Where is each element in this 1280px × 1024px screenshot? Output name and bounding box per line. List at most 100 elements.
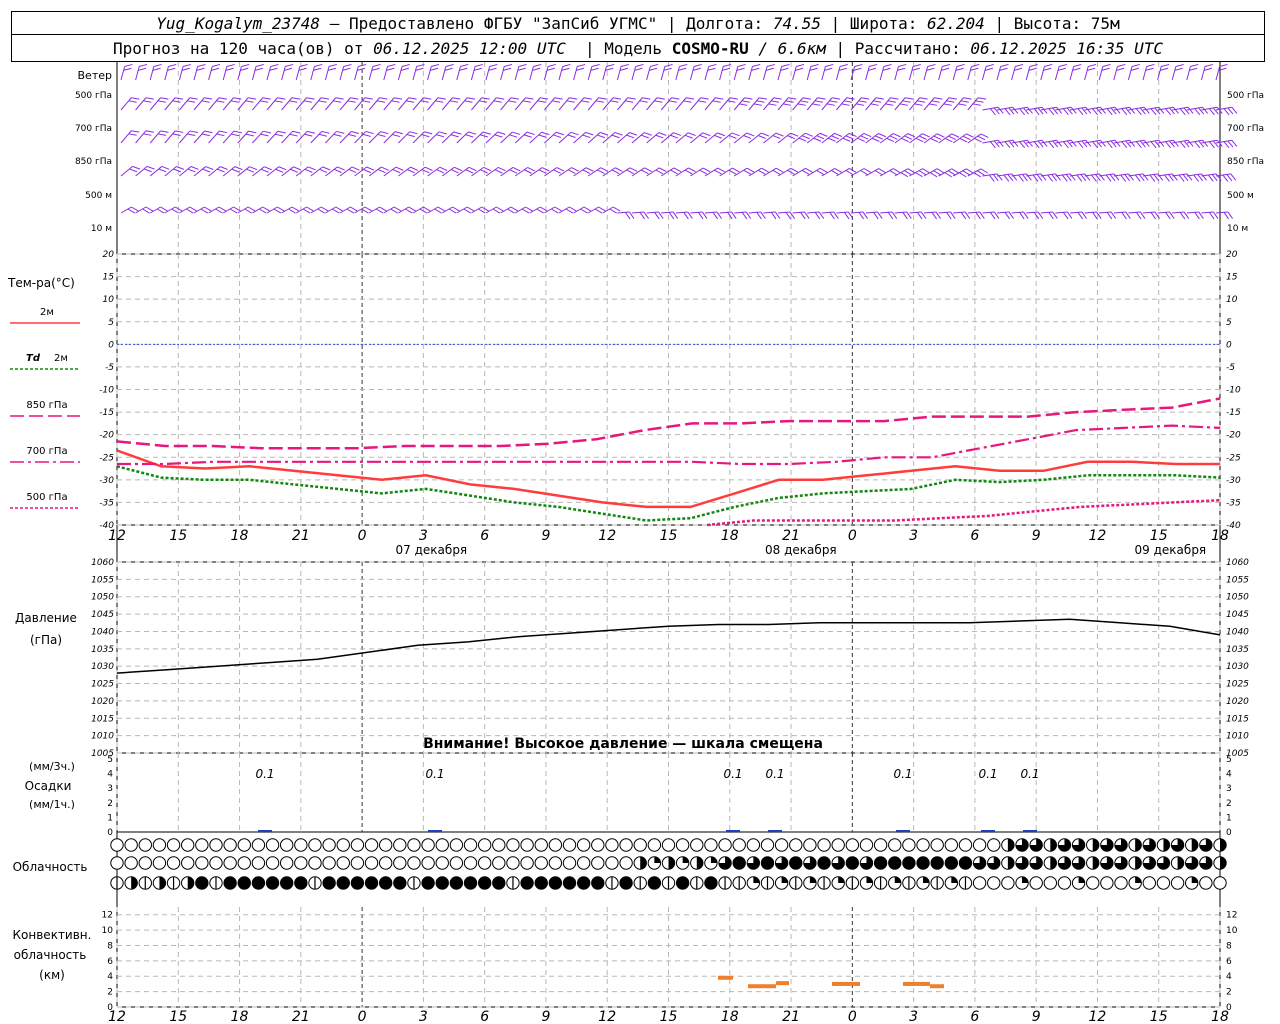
wind-barb — [237, 206, 256, 214]
wind-barb — [120, 130, 140, 144]
wind-barb — [690, 132, 711, 144]
cloud-symbol — [704, 876, 718, 890]
cloud-symbol — [237, 876, 251, 890]
barb-tick — [1105, 174, 1112, 182]
cloud-fill — [696, 856, 703, 870]
barb-staff — [295, 97, 307, 111]
precip-value-label: 0.1 — [978, 767, 997, 781]
wind-barb — [909, 97, 928, 111]
wind-barb — [967, 97, 987, 111]
barb-staff — [690, 211, 703, 214]
cloud-circle — [251, 838, 266, 852]
barb-staff — [617, 167, 631, 177]
time-tick-label: 15 — [169, 1009, 187, 1024]
cloud-fill — [951, 876, 958, 883]
wind-level-label: 500 м — [1227, 191, 1254, 201]
barb-staff — [456, 97, 468, 111]
cloud-symbol — [1001, 838, 1015, 852]
barb-staff — [1026, 211, 1039, 214]
wind-barb — [880, 211, 898, 220]
barb-tick — [1084, 173, 1091, 181]
cloud-fill — [733, 856, 746, 870]
y-tick-label: 1025 — [1226, 680, 1249, 690]
wind-barb — [573, 167, 594, 177]
cloud-symbol — [138, 856, 152, 870]
wind-barb — [310, 97, 330, 111]
wind-barb — [894, 211, 912, 220]
cloud-symbol — [760, 856, 775, 870]
barb-staff — [310, 131, 323, 144]
wind-barb — [602, 167, 623, 177]
cloud-fill — [761, 856, 774, 870]
barb-tick — [1120, 174, 1127, 182]
wind-barb — [310, 63, 323, 81]
wind-barb — [587, 131, 608, 144]
wind-barb — [982, 173, 1003, 182]
barb-staff — [777, 211, 790, 214]
cloud-symbol — [421, 856, 435, 870]
y-tick-label: 10 — [103, 295, 115, 305]
cloud-symbol — [534, 838, 548, 852]
cloud-circle — [1170, 876, 1185, 890]
cloud-symbol — [435, 838, 449, 852]
barb-staff — [149, 130, 161, 144]
cloud-symbol — [1071, 856, 1086, 870]
wind-barb — [1113, 211, 1131, 220]
y-tick-label: 2 — [107, 988, 113, 998]
cloud-circle — [548, 856, 563, 870]
wind-barb — [383, 206, 402, 214]
wind-barb — [179, 97, 198, 111]
cloud-circle — [958, 838, 973, 852]
barb-staff — [1142, 66, 1148, 81]
barb-staff — [690, 167, 704, 177]
cloud-symbol — [972, 876, 987, 890]
wind-barb — [806, 132, 828, 144]
wind-barb — [675, 211, 693, 220]
cloud-fill — [894, 876, 901, 883]
cloud-symbol — [124, 838, 138, 852]
barb-staff — [485, 97, 497, 111]
wind-barb — [821, 97, 841, 111]
barb-tick — [1124, 174, 1131, 182]
barb-tick — [1186, 173, 1193, 181]
wind-barb — [631, 63, 644, 81]
wind-barb — [923, 97, 943, 111]
y-tick-label: 4 — [107, 972, 113, 982]
cloud-symbol — [902, 876, 916, 890]
wind-barb — [938, 63, 951, 81]
barb-tick — [270, 63, 279, 67]
cloud-symbol — [181, 876, 195, 890]
cloud-fill — [945, 856, 958, 870]
wind-barb — [1215, 106, 1238, 116]
wind-barb — [120, 97, 140, 111]
wind-barb — [1142, 211, 1160, 220]
cloud-symbol — [393, 876, 407, 890]
cloud-symbol — [435, 876, 449, 890]
wind-barb — [894, 133, 916, 144]
barb-staff — [704, 97, 716, 111]
wind-barb — [208, 206, 227, 214]
cloud-symbol — [124, 856, 138, 870]
wind-barb — [821, 63, 834, 81]
cloud-symbol — [492, 856, 506, 870]
barb-staff — [792, 167, 806, 177]
barb-tick — [927, 63, 936, 67]
wind-barb — [894, 97, 914, 111]
cloud-symbol — [605, 876, 619, 890]
wind-barb — [1113, 63, 1126, 81]
barb-staff — [675, 97, 687, 111]
cloud-circle — [181, 856, 195, 870]
wind-barb — [1011, 211, 1029, 220]
wind-barb — [573, 63, 586, 81]
convective-bar — [832, 981, 860, 986]
cloud-circle — [449, 838, 464, 852]
barb-staff — [704, 211, 717, 214]
wind-barb — [806, 97, 826, 111]
cloud-fill — [704, 876, 718, 890]
barb-tick — [1201, 173, 1207, 181]
wind-barb — [266, 63, 279, 81]
cloud-symbol — [930, 856, 944, 870]
barb-tick — [241, 63, 250, 67]
cloud-symbol — [322, 838, 336, 852]
cloud-circle — [987, 876, 1001, 890]
